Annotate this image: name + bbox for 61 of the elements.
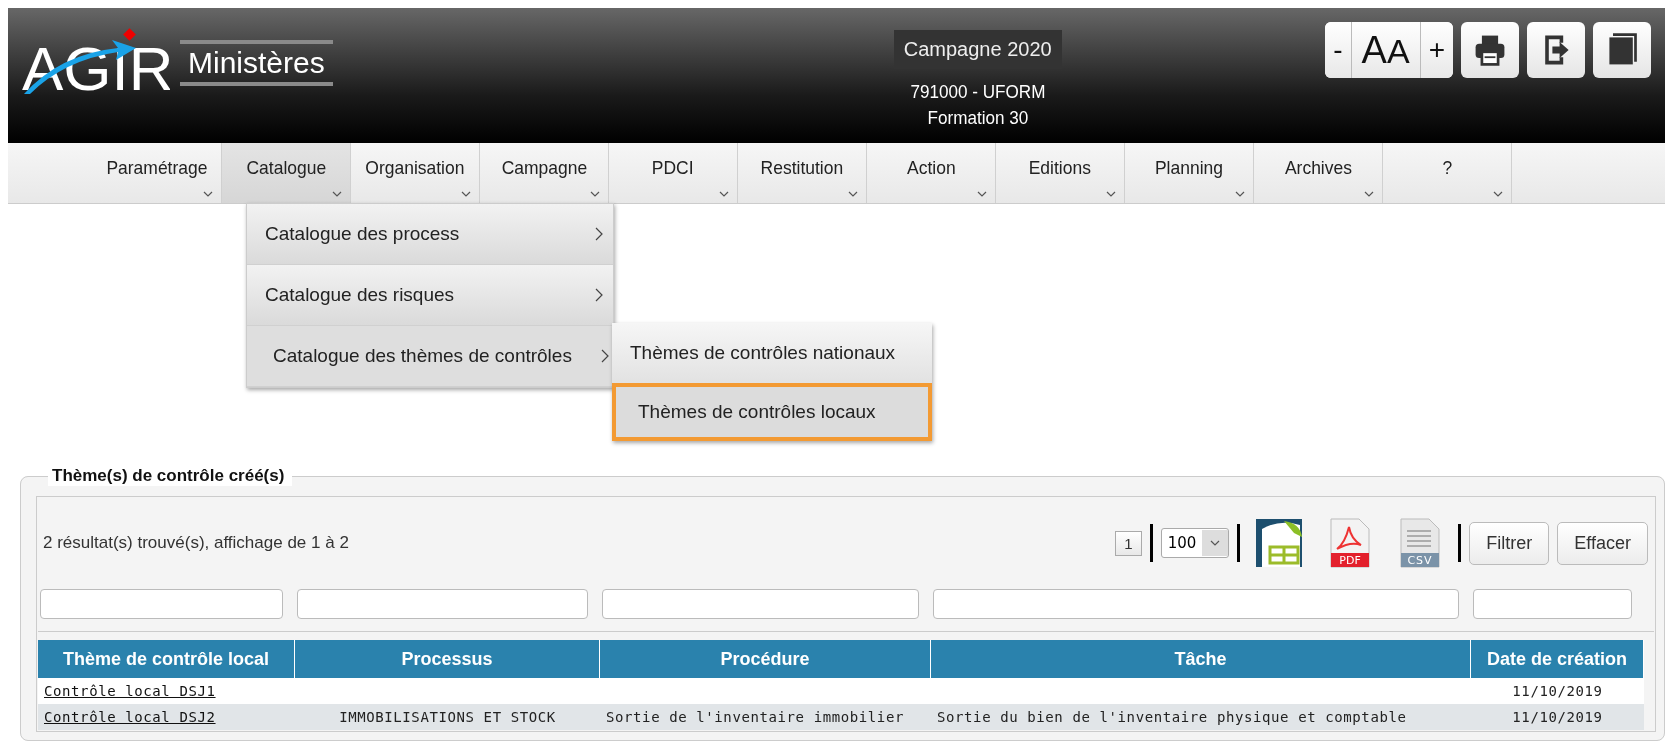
menu-item[interactable]: Catalogue [222, 143, 351, 203]
caret-icon [1235, 191, 1245, 197]
caret-icon [203, 191, 213, 197]
caret-icon [332, 191, 342, 197]
caret-icon [719, 191, 729, 197]
column-header[interactable]: Date de création [1471, 640, 1644, 678]
column-header[interactable]: Tâche [931, 640, 1471, 678]
table-cell: Sortie du bien de l'inventaire physique et comptable [937, 709, 1407, 725]
logo-subtitle: Ministères [180, 40, 333, 86]
table-cell: Sortie de l'inventaire immobilier [606, 709, 904, 725]
menu-entry[interactable]: Catalogue des thèmes de contrôles [247, 326, 613, 387]
chevron-right-icon [595, 227, 603, 241]
filter-field[interactable] [40, 589, 283, 619]
page-number[interactable]: 1 [1115, 530, 1142, 556]
caret-icon [1364, 191, 1374, 197]
menu-item[interactable]: Restitution [738, 143, 867, 203]
chevron-right-icon [595, 288, 603, 302]
caret-icon [590, 191, 600, 197]
menu-item[interactable]: Action [867, 143, 996, 203]
menu-item[interactable]: Archives [1254, 143, 1383, 203]
table-cell: 11/10/2019 [1512, 683, 1603, 699]
menu-entry[interactable]: Catalogue des process [247, 204, 613, 265]
font-size-button[interactable]: + [1420, 22, 1453, 78]
results-summary: 2 résultat(s) trouvé(s), affichage de 1 à 2 [43, 533, 349, 553]
caret-icon [1210, 540, 1221, 546]
filter-field[interactable] [1473, 589, 1632, 619]
filter-field[interactable] [933, 589, 1459, 619]
page-size-select[interactable]: 100 [1160, 528, 1230, 558]
entity-label: Formation 30 [927, 106, 1029, 130]
menu-item[interactable]: Editions [996, 143, 1125, 203]
font-size-button[interactable]: AA [1351, 22, 1421, 78]
filter-field[interactable] [297, 589, 588, 619]
action-button[interactable]: Filtrer [1469, 521, 1550, 565]
spreadsheet-export-icon[interactable] [1254, 517, 1305, 569]
caret-icon [848, 191, 858, 197]
table-cell: 11/10/2019 [1512, 709, 1603, 725]
menu-entry[interactable]: Thèmes de contrôles nationaux [612, 323, 932, 383]
menu-item[interactable]: Planning [1125, 143, 1254, 203]
entity-label: 791000 - UFORM [910, 80, 1046, 104]
column-header[interactable]: Thème de contrôle local [38, 640, 295, 678]
logout-button[interactable] [1527, 22, 1585, 78]
menu-item[interactable]: PDCI [609, 143, 738, 203]
caret-icon [1106, 191, 1116, 197]
column-header[interactable]: Processus [295, 640, 600, 678]
menu-item[interactable]: ? [1383, 143, 1512, 203]
menu-entry[interactable]: Catalogue des risques [247, 265, 613, 326]
caret-icon [977, 191, 987, 197]
print-button[interactable] [1461, 22, 1519, 78]
book-button[interactable] [1593, 22, 1651, 78]
caret-icon [461, 191, 471, 197]
theme-link[interactable]: Contrôle local DSJ2 [44, 709, 216, 725]
column-header[interactable]: Procédure [600, 640, 931, 678]
action-button[interactable]: Effacer [1557, 521, 1648, 565]
filter-field[interactable] [602, 589, 919, 619]
panel-title: Thème(s) de contrôle créé(s) [48, 466, 293, 486]
table-cell: IMMOBILISATIONS ET STOCK [339, 709, 556, 725]
theme-link[interactable]: Contrôle local DSJ1 [44, 683, 216, 699]
menu-entry[interactable]: Thèmes de contrôles locaux [612, 383, 932, 441]
caret-icon [1493, 191, 1503, 197]
font-size-button[interactable]: - [1325, 22, 1352, 78]
chevron-right-icon [601, 349, 609, 363]
